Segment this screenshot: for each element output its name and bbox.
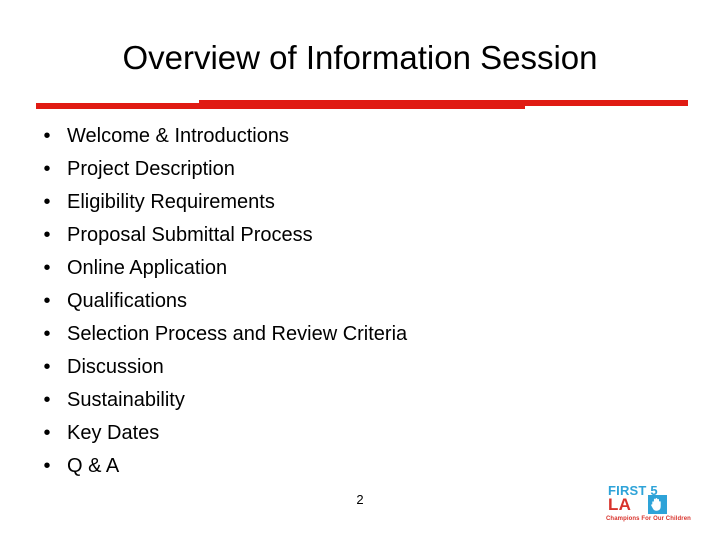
list-item-label: Sustainability bbox=[67, 389, 185, 411]
bullet-icon: • bbox=[43, 422, 51, 444]
bullet-icon: • bbox=[43, 125, 51, 147]
list-item: • Qualifications bbox=[36, 285, 686, 318]
list-item-label: Welcome & Introductions bbox=[67, 125, 289, 147]
list-item: • Key Dates bbox=[36, 417, 686, 450]
list-item-label: Online Application bbox=[67, 257, 228, 279]
divider-segment-right bbox=[199, 100, 688, 106]
list-item-label: Key Dates bbox=[67, 422, 160, 444]
logo-line-la: LA bbox=[608, 495, 632, 514]
list-item: • Online Application bbox=[36, 252, 686, 285]
list-item: • Q & A bbox=[36, 450, 686, 483]
list-item: • Sustainability bbox=[36, 384, 686, 417]
list-item-label: Proposal Submittal Process bbox=[67, 224, 313, 246]
bullet-icon: • bbox=[43, 257, 51, 279]
list-item-label: Discussion bbox=[67, 356, 164, 378]
list-item: • Proposal Submittal Process bbox=[36, 219, 686, 252]
list-item: • Eligibility Requirements bbox=[36, 186, 686, 219]
slide-canvas: Overview of Information Session • Welcom… bbox=[0, 0, 720, 540]
list-item: • Discussion bbox=[36, 351, 686, 384]
bullet-icon: • bbox=[43, 290, 51, 312]
bullet-icon: • bbox=[43, 224, 51, 246]
bullet-icon: • bbox=[43, 455, 51, 477]
list-item-label: Selection Process and Review Criteria bbox=[67, 323, 408, 345]
list-item-label: Q & A bbox=[67, 455, 120, 477]
open-hand-icon bbox=[648, 495, 667, 514]
list-item: • Selection Process and Review Criteria bbox=[36, 318, 686, 351]
list-item-label: Eligibility Requirements bbox=[67, 191, 275, 213]
list-item-label: Qualifications bbox=[67, 290, 188, 312]
title-divider bbox=[0, 96, 720, 114]
bullet-icon: • bbox=[43, 158, 51, 180]
agenda-list: • Welcome & Introductions • Project Desc… bbox=[36, 120, 686, 483]
page-title: Overview of Information Session bbox=[122, 39, 598, 76]
list-item: • Project Description bbox=[36, 153, 686, 186]
logo-tagline: Champions For Our Children bbox=[606, 516, 691, 522]
title-area: Overview of Information Session bbox=[0, 38, 720, 78]
bullet-icon: • bbox=[43, 191, 51, 213]
bullet-icon: • bbox=[43, 356, 51, 378]
list-item: • Welcome & Introductions bbox=[36, 120, 686, 153]
first5-la-logo: FIRST 5 LA Champions For Our Children bbox=[606, 484, 692, 528]
bullet-icon: • bbox=[43, 323, 51, 345]
list-item-label: Project Description bbox=[67, 158, 235, 180]
bullet-icon: • bbox=[43, 389, 51, 411]
